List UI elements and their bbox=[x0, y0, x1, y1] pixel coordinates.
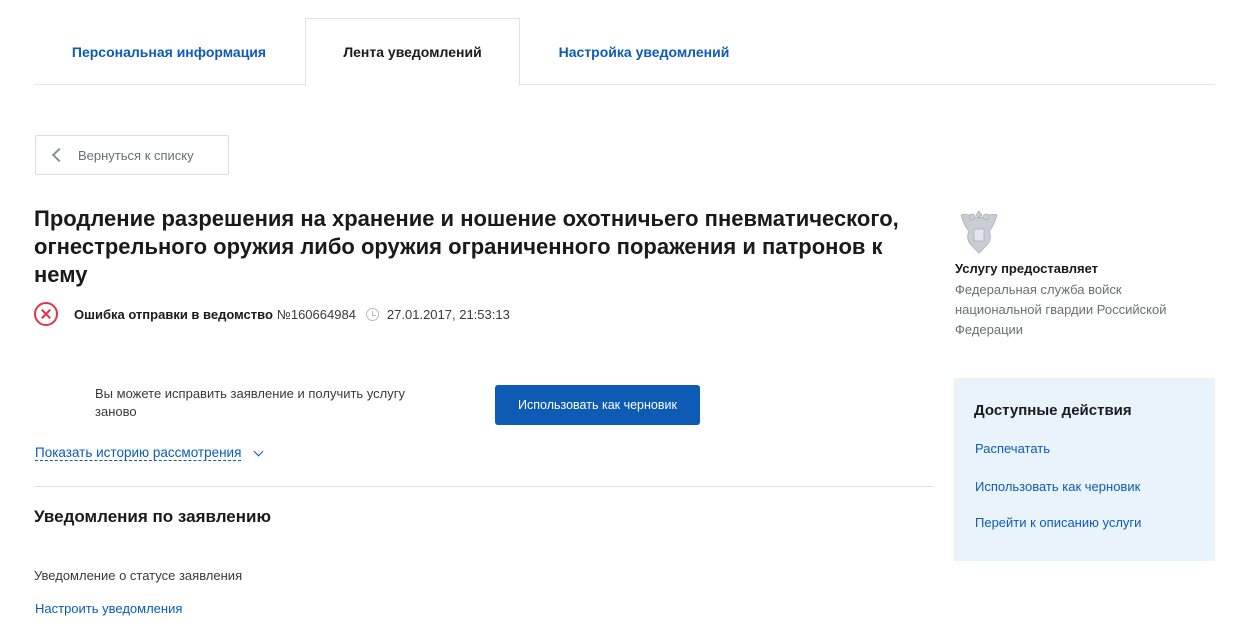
emblem-icon bbox=[960, 210, 998, 254]
status-datetime: 27.01.2017, 21:53:13 bbox=[386, 306, 510, 322]
status-text: Ошибка отправки в ведомство bbox=[74, 306, 273, 322]
tab-notifications-feed[interactable]: Лента уведомлений bbox=[305, 18, 520, 86]
page-title: Продление разрешения на хранение и ношен… bbox=[34, 206, 899, 287]
use-as-draft-link[interactable]: Использовать как черновик bbox=[975, 479, 1140, 494]
available-actions-panel: Доступные действия Распечатать Использов… bbox=[954, 378, 1215, 561]
tab-notification-settings[interactable]: Настройка уведомлений bbox=[524, 18, 764, 85]
error-circle-icon bbox=[34, 302, 58, 326]
chevron-down-icon bbox=[253, 446, 264, 456]
section-divider bbox=[34, 486, 934, 487]
print-link[interactable]: Распечатать bbox=[975, 441, 1050, 456]
available-actions-heading: Доступные действия bbox=[974, 402, 1132, 419]
show-history-link[interactable]: Показать историю рассмотрения bbox=[35, 445, 264, 461]
back-to-list-label: Вернуться к списку bbox=[78, 147, 194, 163]
configure-notifications-link[interactable]: Настроить уведомления bbox=[35, 601, 182, 616]
notifications-heading: Уведомления по заявлению bbox=[34, 507, 271, 526]
service-description-link[interactable]: Перейти к описанию услуги bbox=[975, 515, 1141, 530]
use-as-draft-button[interactable]: Использовать как черновик bbox=[495, 385, 700, 425]
chevron-left-icon bbox=[51, 147, 67, 163]
application-status-row: Ошибка отправки в ведомство №160664984 2… bbox=[34, 302, 510, 326]
clock-icon bbox=[365, 307, 379, 321]
tab-personal-info[interactable]: Персональная информация bbox=[34, 18, 304, 85]
provider-label: Услугу предоставляет bbox=[955, 261, 1099, 276]
notification-status-label: Уведомление о статусе заявления bbox=[34, 568, 243, 583]
back-to-list-button[interactable]: Вернуться к списку bbox=[35, 135, 229, 175]
show-history-label: Показать историю рассмотрения bbox=[35, 445, 242, 461]
tabs-bar: Персональная информация Лента уведомлени… bbox=[34, 18, 1215, 86]
application-number: №160664984 bbox=[276, 306, 356, 322]
provider-name: Федеральная служба войск национальной гв… bbox=[955, 282, 1167, 337]
draft-note: Вы можете исправить заявление и получить… bbox=[95, 386, 405, 419]
